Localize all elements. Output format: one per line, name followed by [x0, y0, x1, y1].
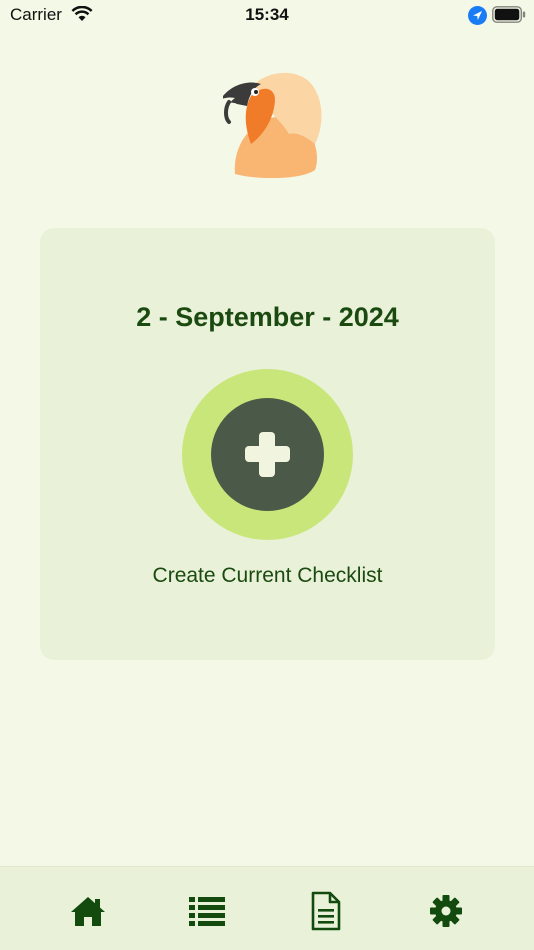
status-time: 15:34 — [245, 5, 289, 24]
home-icon — [71, 897, 105, 926]
create-checklist-button-inner[interactable] — [211, 398, 324, 511]
tab-checklists[interactable] — [187, 891, 227, 931]
status-bar: Carrier 15:34 — [0, 0, 534, 30]
current-date: 2 - September - 2024 — [136, 302, 399, 332]
tab-settings[interactable] — [426, 891, 466, 931]
vulture-logo-icon — [211, 72, 322, 178]
battery-icon — [492, 6, 526, 23]
plus-icon-vertical — [259, 432, 275, 477]
list-icon — [189, 897, 225, 926]
create-checklist-label[interactable]: Create Current Checklist — [40, 564, 495, 588]
tab-bar — [0, 866, 534, 950]
tab-home[interactable] — [68, 891, 108, 931]
tab-reports[interactable] — [306, 891, 346, 931]
create-checklist-button[interactable] — [182, 369, 353, 540]
location-icon — [468, 6, 487, 25]
gear-icon — [430, 895, 462, 927]
document-icon — [311, 891, 341, 931]
checklist-card: 2 - September - 2024 Create Current Chec… — [40, 228, 495, 660]
